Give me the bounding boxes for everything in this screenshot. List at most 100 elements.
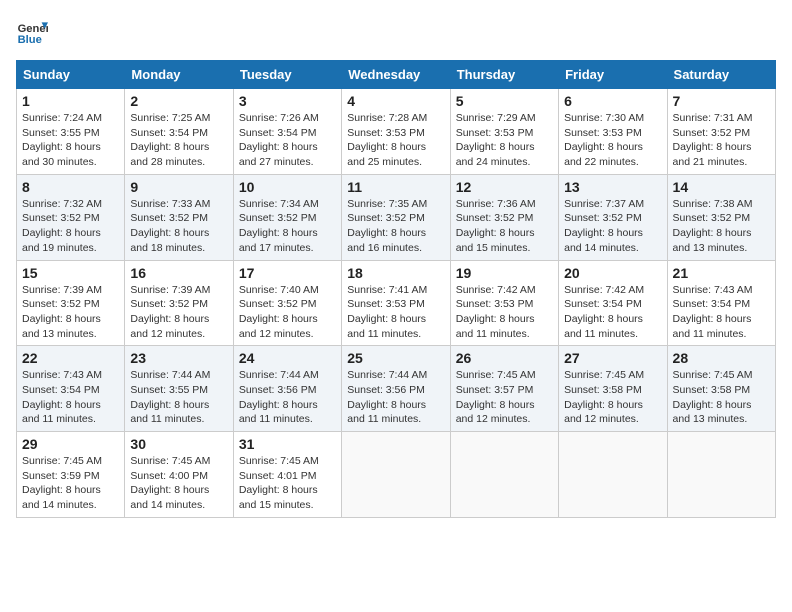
day-number: 30 xyxy=(130,436,227,452)
day-header-friday: Friday xyxy=(559,61,667,89)
day-info: Sunrise: 7:32 AM Sunset: 3:52 PM Dayligh… xyxy=(22,197,119,256)
day-header-saturday: Saturday xyxy=(667,61,775,89)
day-number: 19 xyxy=(456,265,553,281)
calendar-cell: 8 Sunrise: 7:32 AM Sunset: 3:52 PM Dayli… xyxy=(17,174,125,260)
day-info: Sunrise: 7:43 AM Sunset: 3:54 PM Dayligh… xyxy=(22,368,119,427)
day-number: 20 xyxy=(564,265,661,281)
day-number: 7 xyxy=(673,93,770,109)
day-number: 29 xyxy=(22,436,119,452)
day-number: 3 xyxy=(239,93,336,109)
calendar-cell: 18 Sunrise: 7:41 AM Sunset: 3:53 PM Dayl… xyxy=(342,260,450,346)
day-number: 26 xyxy=(456,350,553,366)
calendar-week-row: 8 Sunrise: 7:32 AM Sunset: 3:52 PM Dayli… xyxy=(17,174,776,260)
day-info: Sunrise: 7:40 AM Sunset: 3:52 PM Dayligh… xyxy=(239,283,336,342)
calendar-cell: 23 Sunrise: 7:44 AM Sunset: 3:55 PM Dayl… xyxy=(125,346,233,432)
calendar-cell: 16 Sunrise: 7:39 AM Sunset: 3:52 PM Dayl… xyxy=(125,260,233,346)
day-info: Sunrise: 7:45 AM Sunset: 4:01 PM Dayligh… xyxy=(239,454,336,513)
day-number: 10 xyxy=(239,179,336,195)
calendar-cell: 26 Sunrise: 7:45 AM Sunset: 3:57 PM Dayl… xyxy=(450,346,558,432)
calendar-body: 1 Sunrise: 7:24 AM Sunset: 3:55 PM Dayli… xyxy=(17,89,776,518)
day-number: 13 xyxy=(564,179,661,195)
day-info: Sunrise: 7:25 AM Sunset: 3:54 PM Dayligh… xyxy=(130,111,227,170)
day-info: Sunrise: 7:44 AM Sunset: 3:55 PM Dayligh… xyxy=(130,368,227,427)
day-number: 28 xyxy=(673,350,770,366)
calendar-cell: 12 Sunrise: 7:36 AM Sunset: 3:52 PM Dayl… xyxy=(450,174,558,260)
day-number: 6 xyxy=(564,93,661,109)
day-info: Sunrise: 7:39 AM Sunset: 3:52 PM Dayligh… xyxy=(22,283,119,342)
calendar-cell xyxy=(559,432,667,518)
calendar-week-row: 29 Sunrise: 7:45 AM Sunset: 3:59 PM Dayl… xyxy=(17,432,776,518)
calendar-cell: 13 Sunrise: 7:37 AM Sunset: 3:52 PM Dayl… xyxy=(559,174,667,260)
day-info: Sunrise: 7:41 AM Sunset: 3:53 PM Dayligh… xyxy=(347,283,444,342)
day-header-monday: Monday xyxy=(125,61,233,89)
calendar-cell: 3 Sunrise: 7:26 AM Sunset: 3:54 PM Dayli… xyxy=(233,89,341,175)
calendar-cell: 7 Sunrise: 7:31 AM Sunset: 3:52 PM Dayli… xyxy=(667,89,775,175)
day-number: 4 xyxy=(347,93,444,109)
day-number: 14 xyxy=(673,179,770,195)
calendar-header-row: SundayMondayTuesdayWednesdayThursdayFrid… xyxy=(17,61,776,89)
day-info: Sunrise: 7:45 AM Sunset: 3:58 PM Dayligh… xyxy=(673,368,770,427)
day-number: 12 xyxy=(456,179,553,195)
calendar-cell xyxy=(450,432,558,518)
day-number: 8 xyxy=(22,179,119,195)
day-info: Sunrise: 7:26 AM Sunset: 3:54 PM Dayligh… xyxy=(239,111,336,170)
day-number: 5 xyxy=(456,93,553,109)
day-number: 16 xyxy=(130,265,227,281)
page-header: General Blue xyxy=(16,16,776,48)
calendar-cell: 24 Sunrise: 7:44 AM Sunset: 3:56 PM Dayl… xyxy=(233,346,341,432)
day-info: Sunrise: 7:31 AM Sunset: 3:52 PM Dayligh… xyxy=(673,111,770,170)
day-info: Sunrise: 7:36 AM Sunset: 3:52 PM Dayligh… xyxy=(456,197,553,256)
day-number: 2 xyxy=(130,93,227,109)
day-number: 1 xyxy=(22,93,119,109)
day-number: 31 xyxy=(239,436,336,452)
day-number: 18 xyxy=(347,265,444,281)
calendar-cell: 21 Sunrise: 7:43 AM Sunset: 3:54 PM Dayl… xyxy=(667,260,775,346)
day-info: Sunrise: 7:28 AM Sunset: 3:53 PM Dayligh… xyxy=(347,111,444,170)
day-number: 11 xyxy=(347,179,444,195)
day-info: Sunrise: 7:42 AM Sunset: 3:54 PM Dayligh… xyxy=(564,283,661,342)
day-header-sunday: Sunday xyxy=(17,61,125,89)
day-info: Sunrise: 7:44 AM Sunset: 3:56 PM Dayligh… xyxy=(347,368,444,427)
day-number: 22 xyxy=(22,350,119,366)
calendar-cell: 5 Sunrise: 7:29 AM Sunset: 3:53 PM Dayli… xyxy=(450,89,558,175)
calendar-week-row: 22 Sunrise: 7:43 AM Sunset: 3:54 PM Dayl… xyxy=(17,346,776,432)
day-header-wednesday: Wednesday xyxy=(342,61,450,89)
day-number: 27 xyxy=(564,350,661,366)
calendar-cell: 20 Sunrise: 7:42 AM Sunset: 3:54 PM Dayl… xyxy=(559,260,667,346)
day-info: Sunrise: 7:43 AM Sunset: 3:54 PM Dayligh… xyxy=(673,283,770,342)
calendar-week-row: 15 Sunrise: 7:39 AM Sunset: 3:52 PM Dayl… xyxy=(17,260,776,346)
day-info: Sunrise: 7:42 AM Sunset: 3:53 PM Dayligh… xyxy=(456,283,553,342)
day-header-tuesday: Tuesday xyxy=(233,61,341,89)
calendar-table: SundayMondayTuesdayWednesdayThursdayFrid… xyxy=(16,60,776,518)
calendar-cell: 22 Sunrise: 7:43 AM Sunset: 3:54 PM Dayl… xyxy=(17,346,125,432)
calendar-cell: 4 Sunrise: 7:28 AM Sunset: 3:53 PM Dayli… xyxy=(342,89,450,175)
day-info: Sunrise: 7:30 AM Sunset: 3:53 PM Dayligh… xyxy=(564,111,661,170)
calendar-cell: 10 Sunrise: 7:34 AM Sunset: 3:52 PM Dayl… xyxy=(233,174,341,260)
day-info: Sunrise: 7:33 AM Sunset: 3:52 PM Dayligh… xyxy=(130,197,227,256)
calendar-cell xyxy=(342,432,450,518)
day-number: 23 xyxy=(130,350,227,366)
day-number: 17 xyxy=(239,265,336,281)
day-info: Sunrise: 7:45 AM Sunset: 4:00 PM Dayligh… xyxy=(130,454,227,513)
calendar-cell: 28 Sunrise: 7:45 AM Sunset: 3:58 PM Dayl… xyxy=(667,346,775,432)
day-info: Sunrise: 7:24 AM Sunset: 3:55 PM Dayligh… xyxy=(22,111,119,170)
calendar-cell: 29 Sunrise: 7:45 AM Sunset: 3:59 PM Dayl… xyxy=(17,432,125,518)
calendar-cell: 11 Sunrise: 7:35 AM Sunset: 3:52 PM Dayl… xyxy=(342,174,450,260)
calendar-week-row: 1 Sunrise: 7:24 AM Sunset: 3:55 PM Dayli… xyxy=(17,89,776,175)
day-number: 9 xyxy=(130,179,227,195)
calendar-cell: 31 Sunrise: 7:45 AM Sunset: 4:01 PM Dayl… xyxy=(233,432,341,518)
day-info: Sunrise: 7:29 AM Sunset: 3:53 PM Dayligh… xyxy=(456,111,553,170)
day-info: Sunrise: 7:45 AM Sunset: 3:59 PM Dayligh… xyxy=(22,454,119,513)
calendar-cell: 1 Sunrise: 7:24 AM Sunset: 3:55 PM Dayli… xyxy=(17,89,125,175)
day-number: 24 xyxy=(239,350,336,366)
day-number: 25 xyxy=(347,350,444,366)
calendar-cell: 27 Sunrise: 7:45 AM Sunset: 3:58 PM Dayl… xyxy=(559,346,667,432)
day-header-thursday: Thursday xyxy=(450,61,558,89)
day-info: Sunrise: 7:45 AM Sunset: 3:58 PM Dayligh… xyxy=(564,368,661,427)
calendar-cell: 15 Sunrise: 7:39 AM Sunset: 3:52 PM Dayl… xyxy=(17,260,125,346)
day-info: Sunrise: 7:39 AM Sunset: 3:52 PM Dayligh… xyxy=(130,283,227,342)
calendar-cell: 25 Sunrise: 7:44 AM Sunset: 3:56 PM Dayl… xyxy=(342,346,450,432)
calendar-cell xyxy=(667,432,775,518)
day-info: Sunrise: 7:35 AM Sunset: 3:52 PM Dayligh… xyxy=(347,197,444,256)
calendar-cell: 19 Sunrise: 7:42 AM Sunset: 3:53 PM Dayl… xyxy=(450,260,558,346)
